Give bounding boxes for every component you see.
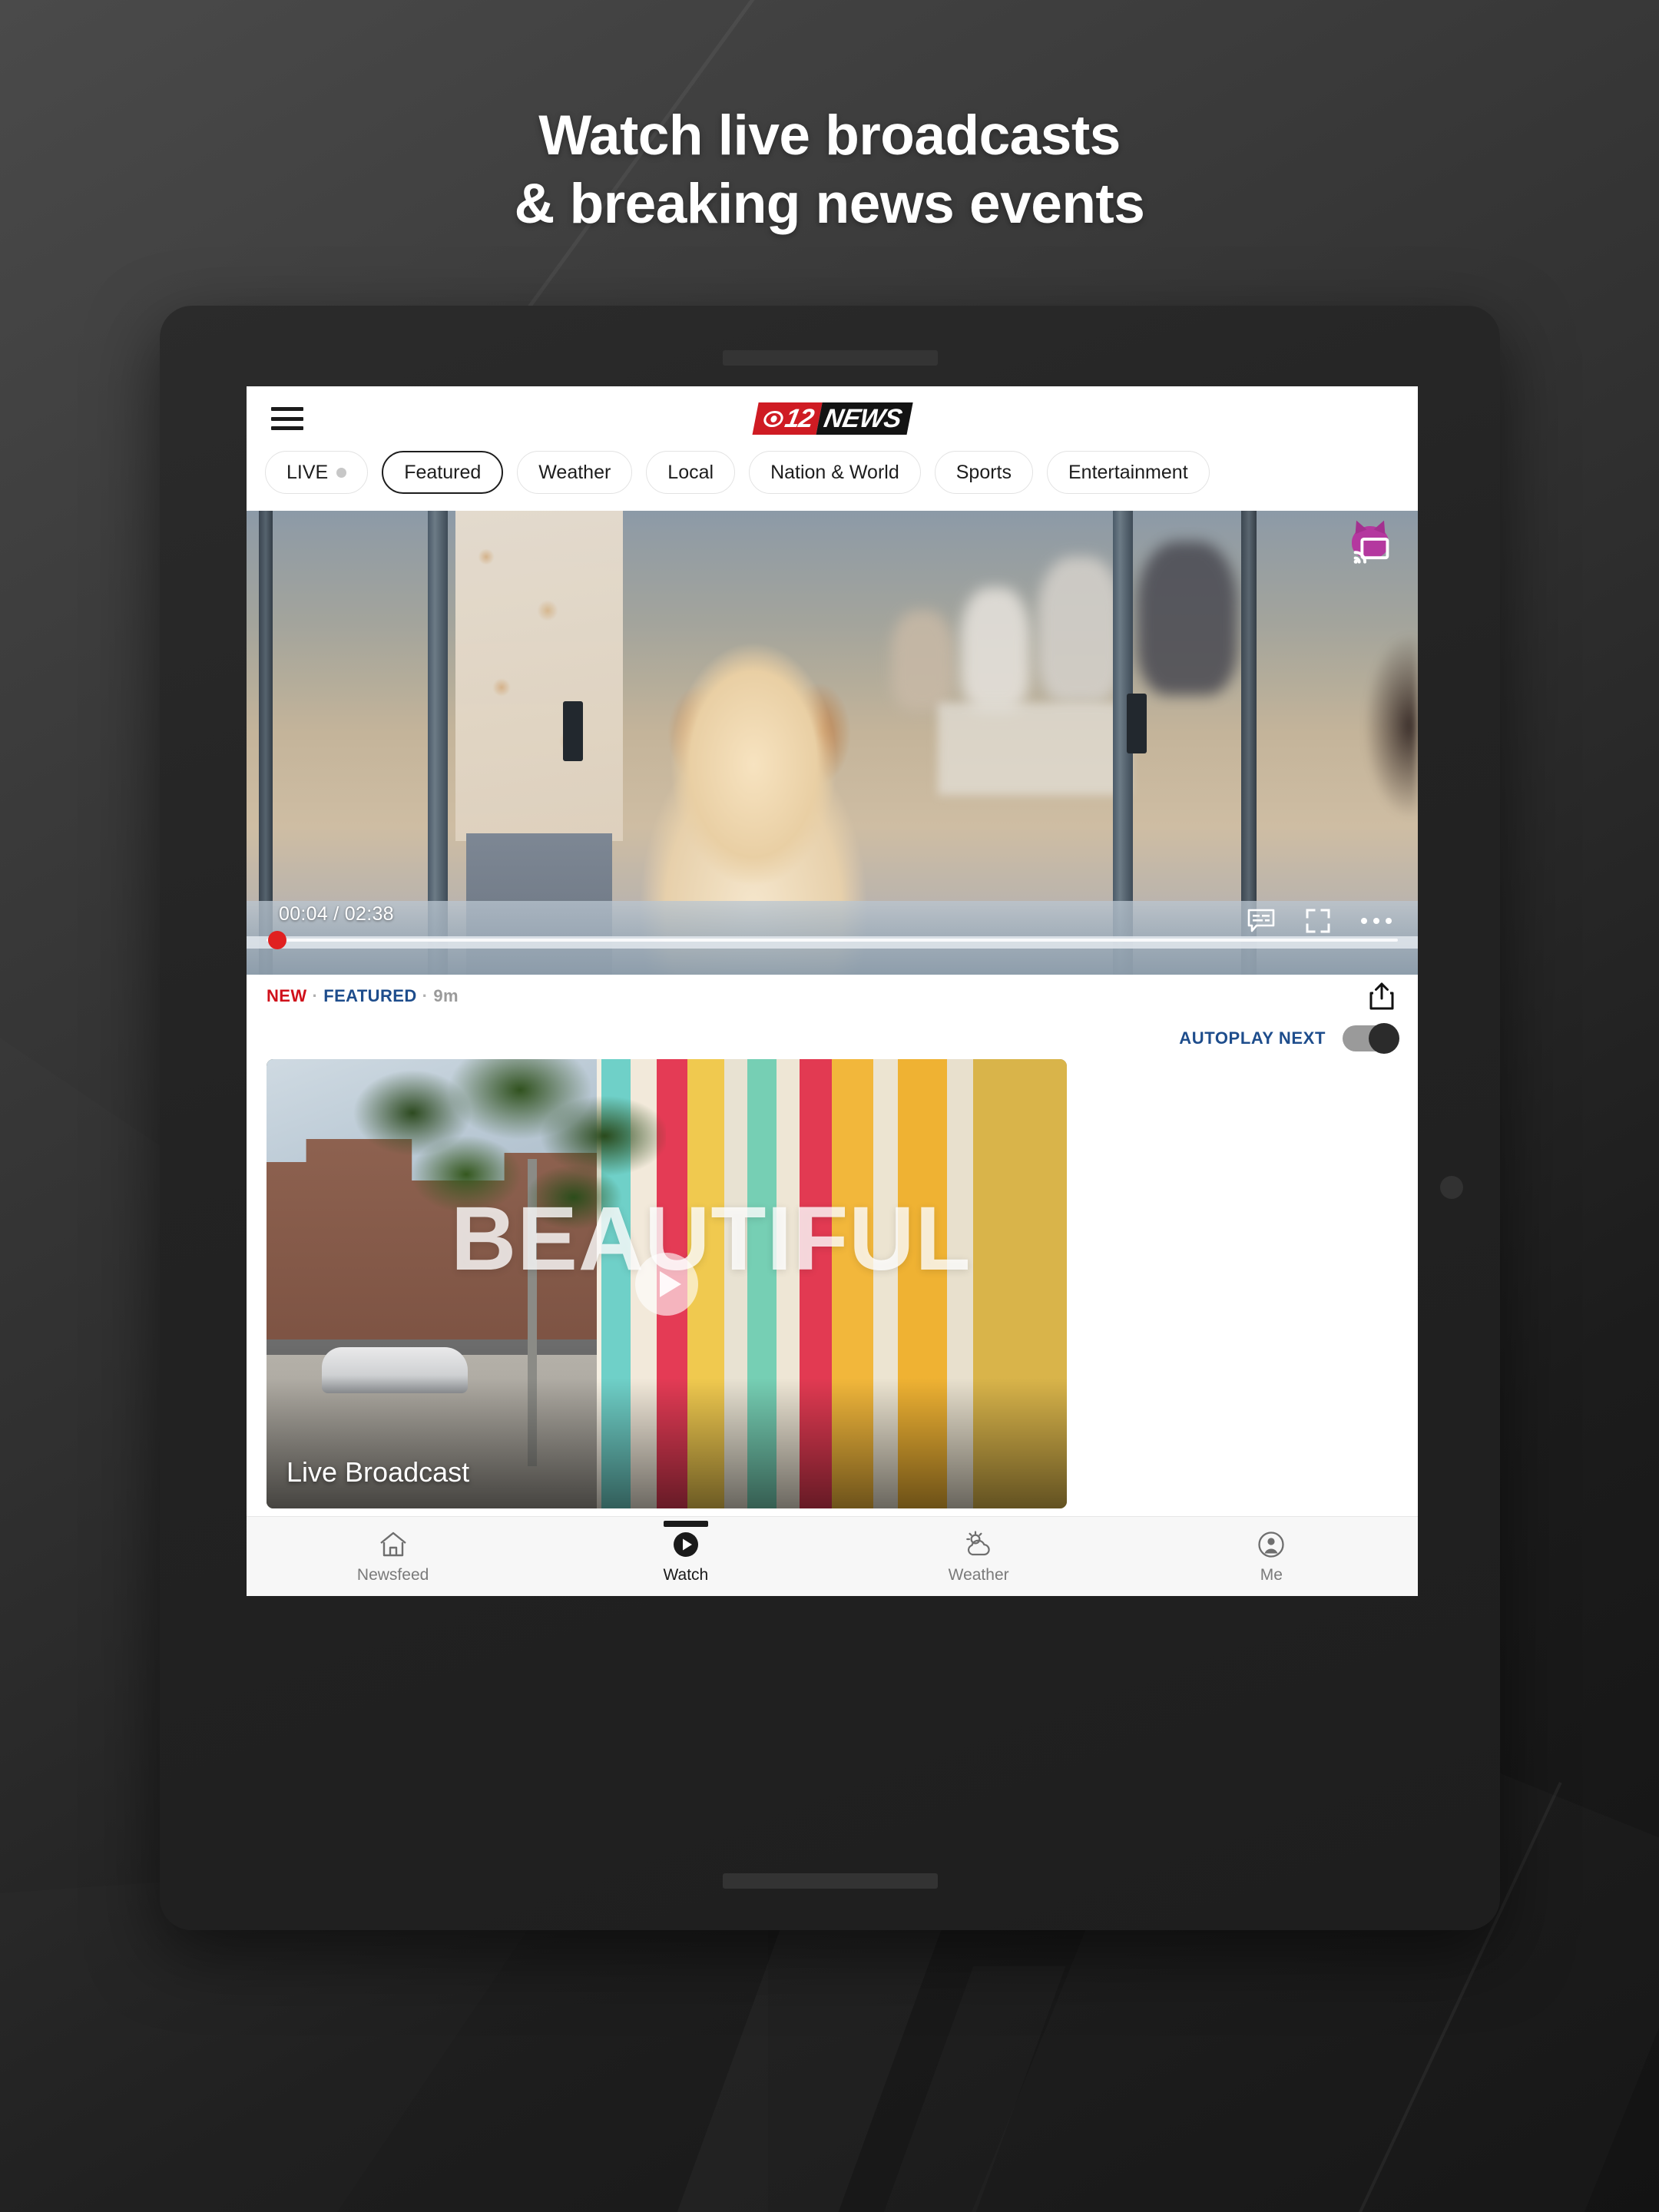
category-badge: FEATURED <box>323 986 417 1005</box>
hamburger-bar <box>271 416 303 421</box>
background-person <box>892 611 953 710</box>
time-ago-label: 9m <box>433 986 459 1005</box>
tablet-speaker-top <box>722 350 938 366</box>
nav-item-newsfeed[interactable]: Newsfeed <box>247 1528 539 1584</box>
closed-captions-icon[interactable] <box>1247 909 1275 933</box>
new-badge: NEW <box>267 986 307 1005</box>
promo-screenshot: Watch live broadcasts & breaking news ev… <box>0 0 1659 2212</box>
live-status-dot-icon <box>336 467 347 478</box>
app-header: 12 NEWS <box>247 386 1418 451</box>
category-tab-bar[interactable]: LIVE Featured Weather Local Nation & Wor… <box>247 451 1418 511</box>
person-circle-icon <box>1255 1528 1287 1561</box>
tab-local[interactable]: Local <box>646 451 736 494</box>
video-player[interactable]: 00:04 / 02:38 <box>247 511 1418 975</box>
nav-item-weather[interactable]: Weather <box>833 1528 1125 1584</box>
hamburger-bar <box>271 426 303 430</box>
player-controls[interactable]: 00:04 / 02:38 <box>247 882 1418 975</box>
cbs-eye-icon <box>762 410 785 427</box>
brand-logo: 12 NEWS <box>752 402 912 435</box>
nav-label: Newsfeed <box>356 1566 429 1584</box>
brand-logo-word: NEWS <box>821 404 904 433</box>
background-shape <box>594 1905 951 2212</box>
meta-separator: · <box>422 986 429 1005</box>
fullscreen-icon[interactable] <box>1306 909 1330 933</box>
active-tab-indicator <box>663 1521 708 1527</box>
door-handle <box>563 701 583 761</box>
nav-item-me[interactable]: Me <box>1125 1528 1418 1584</box>
tab-label: Sports <box>955 461 1012 483</box>
nav-label: Weather <box>948 1566 1009 1584</box>
background-person <box>961 588 1030 710</box>
tab-label: Entertainment <box>1068 461 1188 483</box>
person-hawaiian-shirt <box>455 511 623 841</box>
hamburger-menu-icon[interactable] <box>271 407 303 430</box>
brand-logo-number: 12 <box>782 404 816 433</box>
background-shape <box>778 1966 1066 2212</box>
sun-cloud-icon <box>962 1528 995 1561</box>
feed-card-title: Live Broadcast <box>286 1456 470 1488</box>
tab-label: Nation & World <box>770 461 899 483</box>
promo-headline-line-1: Watch live broadcasts <box>538 104 1121 167</box>
tab-live[interactable]: LIVE <box>265 451 369 494</box>
tab-sports[interactable]: Sports <box>934 451 1033 494</box>
hamburger-bar <box>271 407 303 411</box>
autoplay-row[interactable]: AUTOPLAY NEXT <box>247 1018 1418 1059</box>
door-handle <box>1127 694 1147 753</box>
promo-headline-line-2: & breaking news events <box>514 173 1145 236</box>
home-icon <box>377 1528 409 1561</box>
tablet-camera-dot <box>1440 1176 1463 1199</box>
play-circle-icon <box>670 1528 702 1561</box>
feed-card-live-broadcast[interactable]: BEAUTIFUL Live Broadcast <box>267 1059 1067 1508</box>
chromecast-icon[interactable] <box>1353 537 1390 564</box>
card-gradient-overlay <box>267 1378 1067 1508</box>
background-person <box>1137 541 1237 695</box>
tab-nation-and-world[interactable]: Nation & World <box>749 451 921 494</box>
progress-scrubber-handle[interactable] <box>268 931 286 949</box>
share-icon[interactable] <box>1369 982 1395 1011</box>
mural-text: BEAUTIFUL <box>451 1188 972 1290</box>
autoplay-label: AUTOPLAY NEXT <box>1179 1028 1326 1048</box>
tablet-device-frame: 12 NEWS LIVE Featured Weather Local Nati… <box>160 306 1500 1930</box>
toggle-knob <box>1369 1023 1399 1054</box>
tab-label: Local <box>667 461 714 483</box>
video-meta-text: NEW · FEATURED · 9m <box>267 986 459 1006</box>
video-feed: BEAUTIFUL Live Broadcast <box>247 1059 1418 1542</box>
nav-label: Watch <box>663 1566 709 1584</box>
tablet-speaker-bottom <box>722 1873 938 1889</box>
background-table <box>938 703 1130 795</box>
autoplay-toggle[interactable] <box>1343 1023 1399 1054</box>
brand-logo-red-box: 12 <box>752 402 822 435</box>
play-circle-icon[interactable] <box>635 1252 698 1316</box>
nav-item-watch[interactable]: Watch <box>539 1521 832 1584</box>
app-screen: 12 NEWS LIVE Featured Weather Local Nati… <box>247 386 1418 1596</box>
tab-weather[interactable]: Weather <box>517 451 633 494</box>
tab-label: LIVE <box>286 461 329 483</box>
video-meta-row: NEW · FEATURED · 9m <box>247 975 1418 1018</box>
tab-label: Weather <box>538 461 611 483</box>
bottom-navigation-bar[interactable]: Newsfeed Watch Weather Me <box>247 1516 1418 1596</box>
playback-time-label: 00:04 / 02:38 <box>279 903 394 925</box>
tab-featured[interactable]: Featured <box>382 451 504 494</box>
more-options-icon[interactable] <box>1361 918 1392 924</box>
tab-label: Featured <box>404 461 482 483</box>
brand-logo-black-box: NEWS <box>815 402 912 435</box>
player-right-controls[interactable] <box>1247 909 1392 933</box>
nav-label: Me <box>1260 1566 1283 1584</box>
meta-separator: · <box>312 986 319 1005</box>
progress-bar[interactable] <box>267 939 1398 942</box>
background-person <box>1038 557 1122 703</box>
promo-headline: Watch live broadcasts & breaking news ev… <box>0 101 1659 238</box>
background-dog <box>1349 603 1418 849</box>
tab-entertainment[interactable]: Entertainment <box>1047 451 1210 494</box>
cast-badge[interactable] <box>1347 526 1392 565</box>
